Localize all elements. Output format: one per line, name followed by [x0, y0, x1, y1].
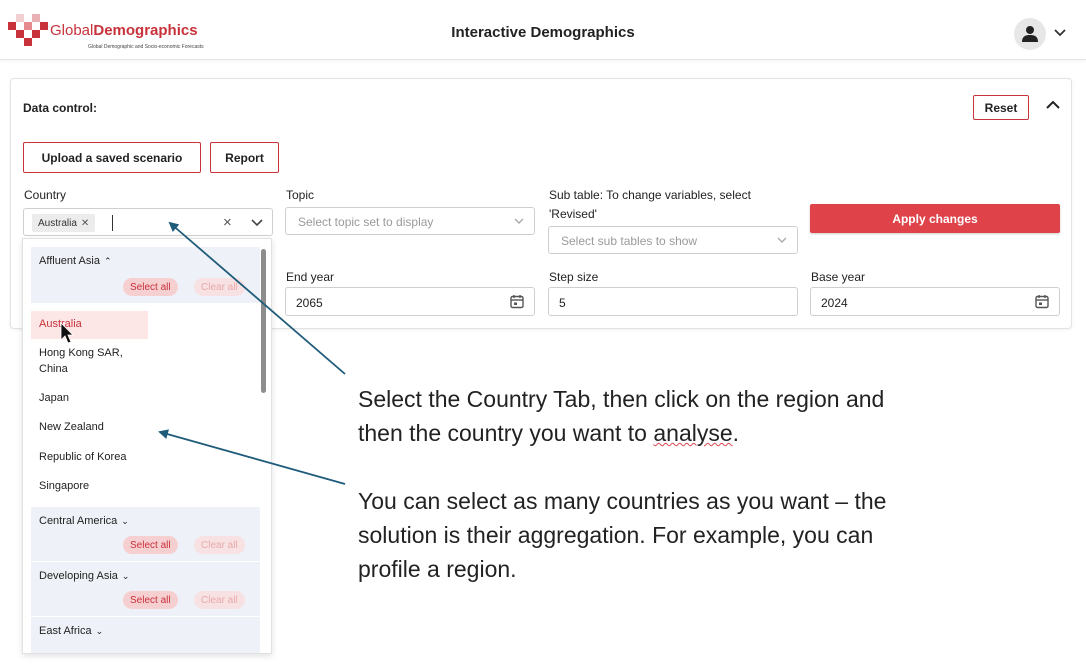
mouse-cursor-icon: [60, 322, 74, 344]
annotation-arrows: [60, 221, 346, 485]
arrow-to-country-field: [168, 221, 346, 375]
arrow-to-country-list: [158, 429, 346, 485]
